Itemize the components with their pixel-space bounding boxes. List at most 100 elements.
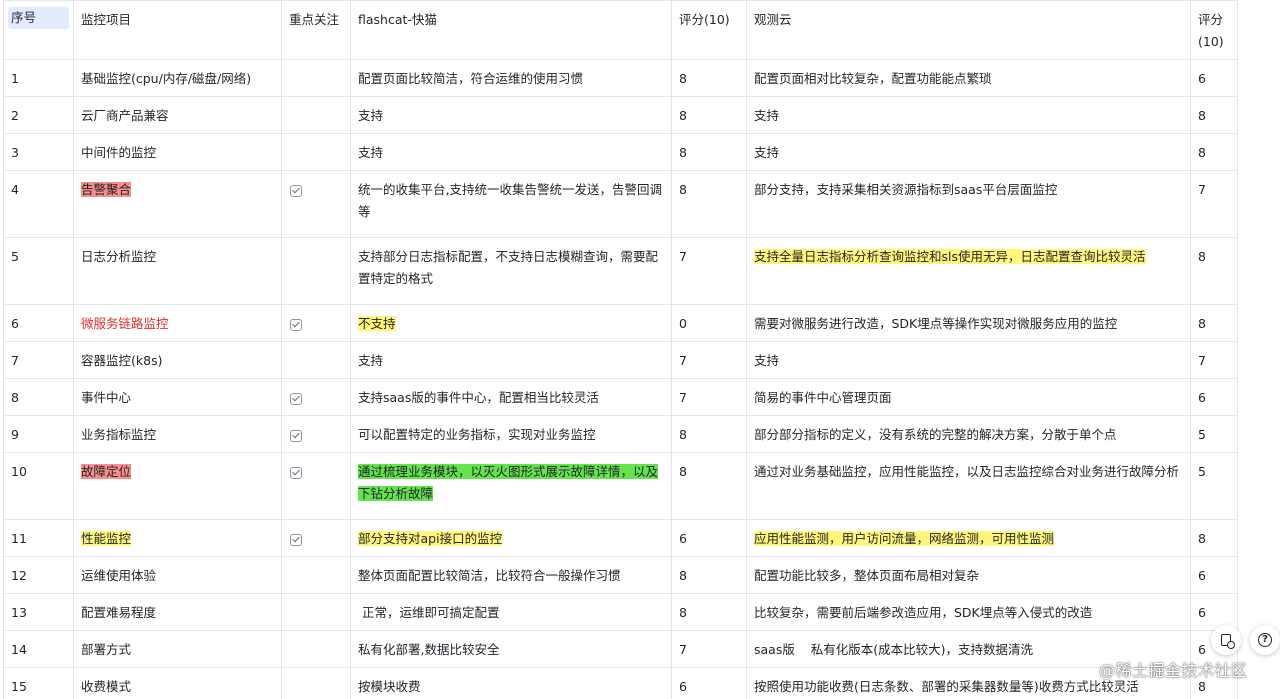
cell-score-flashcat[interactable]: 7 [671, 237, 747, 305]
checkbox-checked-icon[interactable] [290, 319, 302, 331]
cell-item[interactable]: 部署方式 [73, 630, 282, 668]
cell-focus[interactable] [281, 667, 351, 699]
cell-focus[interactable] [281, 593, 351, 631]
cell-focus[interactable] [281, 96, 351, 134]
cell-focus[interactable] [281, 133, 351, 171]
cell-score-guance[interactable]: 8 [1190, 237, 1238, 305]
header-flashcat[interactable]: flashcat-快猫 [350, 0, 672, 60]
cell-focus[interactable] [281, 630, 351, 668]
cell-flashcat[interactable]: 私有化部署,数据比较安全 [350, 630, 672, 668]
header-guance[interactable]: 观测云 [746, 0, 1191, 60]
cell-focus[interactable] [281, 304, 351, 342]
cell-guance[interactable]: 配置页面相对比较复杂，配置功能能点繁琐 [746, 59, 1191, 97]
cell-score-guance[interactable]: 5 [1190, 415, 1238, 453]
cell-focus[interactable] [281, 237, 351, 305]
cell-score-flashcat[interactable]: 7 [671, 341, 747, 379]
cell-score-flashcat[interactable]: 8 [671, 452, 747, 520]
cell-score-flashcat[interactable]: 8 [671, 133, 747, 171]
cell-guance[interactable]: 支持 [746, 96, 1191, 134]
checkbox-checked-icon[interactable] [290, 467, 302, 479]
header-item[interactable]: 监控项目 [73, 0, 282, 60]
cell-item[interactable]: 性能监控 [73, 519, 282, 557]
cell-focus[interactable] [281, 341, 351, 379]
cell-item[interactable]: 业务指标监控 [73, 415, 282, 453]
cell-score-flashcat[interactable]: 8 [671, 556, 747, 594]
cell-item[interactable]: 收费模式 [73, 667, 282, 699]
cell-item[interactable]: 微服务链路监控 [73, 304, 282, 342]
cell-focus[interactable] [281, 519, 351, 557]
cell-seq[interactable]: 2 [3, 96, 74, 134]
comment-button[interactable] [1211, 625, 1241, 655]
cell-seq[interactable]: 14 [3, 630, 74, 668]
cell-seq[interactable]: 10 [3, 452, 74, 520]
cell-seq[interactable]: 8 [3, 378, 74, 416]
cell-guance[interactable]: 支持 [746, 133, 1191, 171]
cell-seq[interactable]: 12 [3, 556, 74, 594]
cell-item[interactable]: 运维使用体验 [73, 556, 282, 594]
cell-item[interactable]: 基础监控(cpu/内存/磁盘/网络) [73, 59, 282, 97]
cell-focus[interactable] [281, 452, 351, 520]
cell-score-guance[interactable]: 8 [1190, 304, 1238, 342]
cell-flashcat[interactable]: 整体页面配置比较简洁，比较符合一般操作习惯 [350, 556, 672, 594]
cell-item[interactable]: 云厂商产品兼容 [73, 96, 282, 134]
cell-seq[interactable]: 11 [3, 519, 74, 557]
cell-guance[interactable]: 支持 [746, 341, 1191, 379]
cell-seq[interactable]: 15 [3, 667, 74, 699]
cell-flashcat[interactable]: 支持 [350, 341, 672, 379]
checkbox-checked-icon[interactable] [290, 185, 302, 197]
cell-seq[interactable]: 7 [3, 341, 74, 379]
cell-score-guance[interactable]: 8 [1190, 133, 1238, 171]
cell-item[interactable]: 故障定位 [73, 452, 282, 520]
cell-item[interactable]: 中间件的监控 [73, 133, 282, 171]
cell-score-flashcat[interactable]: 6 [671, 519, 747, 557]
cell-seq[interactable]: 9 [3, 415, 74, 453]
header-score-flashcat[interactable]: 评分(10) [671, 0, 747, 60]
cell-focus[interactable] [281, 59, 351, 97]
cell-focus[interactable] [281, 170, 351, 238]
cell-guance[interactable]: 需要对微服务进行改造，SDK埋点等操作实现对微服务应用的监控 [746, 304, 1191, 342]
cell-guance[interactable]: 支持全量日志指标分析查询监控和sls使用无异，日志配置查询比较灵活 [746, 237, 1191, 305]
cell-guance[interactable]: 配置功能比较多，整体页面布局相对复杂 [746, 556, 1191, 594]
cell-flashcat[interactable]: 正常，运维即可搞定配置 [350, 593, 672, 631]
cell-score-flashcat[interactable]: 8 [671, 96, 747, 134]
cell-flashcat[interactable]: 统一的收集平台,支持统一收集告警统一发送，告警回调等 [350, 170, 672, 238]
cell-score-guance[interactable]: 8 [1190, 519, 1238, 557]
cell-score-guance[interactable]: 6 [1190, 59, 1238, 97]
cell-score-flashcat[interactable]: 0 [671, 304, 747, 342]
cell-item[interactable]: 日志分析监控 [73, 237, 282, 305]
cell-item[interactable]: 告警聚合 [73, 170, 282, 238]
cell-score-guance[interactable]: 6 [1190, 378, 1238, 416]
cell-score-flashcat[interactable]: 8 [671, 170, 747, 238]
cell-item[interactable]: 容器监控(k8s) [73, 341, 282, 379]
help-button[interactable]: ? [1250, 625, 1280, 655]
cell-score-guance[interactable]: 7 [1190, 341, 1238, 379]
cell-flashcat[interactable]: 部分支持对api接口的监控 [350, 519, 672, 557]
cell-item[interactable]: 配置难易程度 [73, 593, 282, 631]
cell-flashcat[interactable]: 不支持 [350, 304, 672, 342]
cell-guance[interactable]: 通过对业务基础监控，应用性能监控，以及日志监控综合对业务进行故障分析 [746, 452, 1191, 520]
header-focus[interactable]: 重点关注 [281, 0, 351, 60]
cell-seq[interactable]: 13 [3, 593, 74, 631]
cell-guance[interactable]: 应用性能监测，用户访问流量，网络监测，可用性监测 [746, 519, 1191, 557]
cell-item[interactable]: 事件中心 [73, 378, 282, 416]
cell-flashcat[interactable]: 通过梳理业务模块，以灭火图形式展示故障详情，以及下钻分析故障 [350, 452, 672, 520]
checkbox-checked-icon[interactable] [290, 430, 302, 442]
cell-guance[interactable]: 比较复杂，需要前后端参改造应用，SDK埋点等入侵式的改造 [746, 593, 1191, 631]
cell-seq[interactable]: 1 [3, 59, 74, 97]
checkbox-checked-icon[interactable] [290, 534, 302, 546]
cell-score-guance[interactable]: 7 [1190, 170, 1238, 238]
cell-score-flashcat[interactable]: 8 [671, 415, 747, 453]
cell-score-flashcat[interactable]: 7 [671, 378, 747, 416]
cell-focus[interactable] [281, 556, 351, 594]
header-seq[interactable]: 序号 [3, 0, 74, 60]
cell-focus[interactable] [281, 378, 351, 416]
cell-flashcat[interactable]: 支持saas版的事件中心，配置相当比较灵活 [350, 378, 672, 416]
cell-seq[interactable]: 3 [3, 133, 74, 171]
cell-guance[interactable]: 简易的事件中心管理页面 [746, 378, 1191, 416]
cell-focus[interactable] [281, 415, 351, 453]
cell-flashcat[interactable]: 支持部分日志指标配置，不支持日志模糊查询，需要配置特定的格式 [350, 237, 672, 305]
cell-score-flashcat[interactable]: 7 [671, 630, 747, 668]
cell-flashcat[interactable]: 可以配置特定的业务指标，实现对业务监控 [350, 415, 672, 453]
cell-score-flashcat[interactable]: 8 [671, 59, 747, 97]
cell-flashcat[interactable]: 配置页面比较简洁，符合运维的使用习惯 [350, 59, 672, 97]
